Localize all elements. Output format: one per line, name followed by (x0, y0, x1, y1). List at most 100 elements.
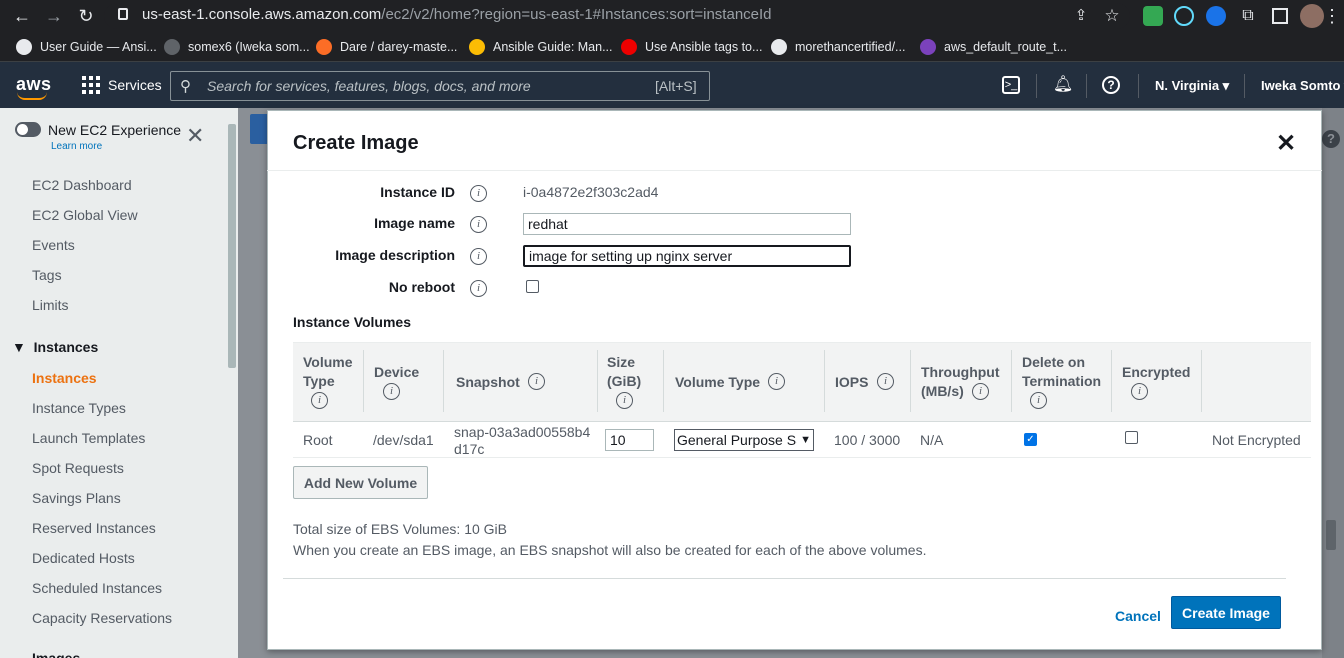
services-menu-button[interactable]: Services (82, 76, 162, 94)
divider (267, 170, 1322, 171)
image-name-label: Image name (374, 215, 455, 231)
close-icon[interactable]: ✕ (1276, 132, 1296, 156)
cell-snapshot[interactable]: snap-03a3ad00558b4d17c (454, 424, 594, 458)
bookmark-item[interactable]: Use Ansible tags to... (621, 38, 762, 56)
instances-section-header[interactable]: ▼ Instances (12, 339, 98, 355)
sidebar-item[interactable]: Instance Types (32, 400, 126, 416)
learn-more-link[interactable]: Learn more (51, 141, 102, 152)
info-icon[interactable]: i (528, 373, 545, 390)
sidebar-item-images-cutoff[interactable]: Images (32, 650, 80, 658)
page-scroll-thumb[interactable] (1326, 520, 1336, 550)
bookmark-label: morethancertified/... (795, 40, 906, 54)
image-description-input[interactable] (523, 245, 851, 267)
row-divider (293, 457, 1311, 458)
react-devtools-icon[interactable] (1174, 6, 1194, 26)
cloudshell-icon[interactable]: >_ (1002, 76, 1020, 94)
sidebar-item[interactable]: Reserved Instances (32, 520, 156, 536)
info-icon[interactable]: i (1030, 392, 1047, 409)
bookmark-item[interactable]: aws_default_route_t... (920, 38, 1067, 56)
region-selector[interactable]: N. Virginia ▾ (1155, 78, 1229, 94)
sidebar-item[interactable]: Events (32, 237, 75, 253)
column-divider (1111, 350, 1112, 412)
header-divider (1138, 74, 1139, 98)
help-icon[interactable]: ? (1102, 76, 1120, 94)
star-icon[interactable]: ☆ (1100, 4, 1124, 28)
delete-on-termination-checkbox[interactable]: ✓ (1024, 433, 1037, 446)
page-scrollbar[interactable] (1322, 108, 1344, 658)
col-encrypted: Encrypted (1122, 364, 1191, 380)
column-divider (363, 350, 364, 412)
cancel-button[interactable]: Cancel (1115, 608, 1161, 624)
forward-arrow-icon[interactable]: → (42, 4, 66, 28)
bookmark-label: Dare / darey-maste... (340, 40, 458, 54)
dialog-title: Create Image (293, 132, 419, 154)
sidebar-item[interactable]: EC2 Dashboard (32, 177, 132, 193)
info-icon[interactable]: i (311, 392, 328, 409)
sidebar-item[interactable]: Dedicated Hosts (32, 550, 135, 566)
sidebar-item[interactable]: Instances (32, 370, 97, 386)
col-iops: IOPS (835, 374, 869, 390)
back-arrow-icon[interactable]: ← (10, 4, 34, 28)
sidebar-item[interactable]: Spot Requests (32, 460, 124, 476)
info-icon[interactable]: i (470, 185, 487, 202)
image-name-input[interactable] (523, 213, 851, 235)
bookmark-item[interactable]: somex6 (Iweka som... (164, 38, 310, 56)
info-icon[interactable]: i (768, 373, 785, 390)
info-icon[interactable]: i (1131, 383, 1148, 400)
bookmark-item[interactable]: morethancertified/... (771, 38, 905, 56)
col-delete-on-termination: Delete on Termination (1022, 354, 1102, 389)
info-icon[interactable]: i (470, 248, 487, 265)
create-image-button[interactable]: Create Image (1171, 596, 1281, 629)
toggle-knob (17, 124, 28, 135)
sidebar-item[interactable]: Savings Plans (32, 490, 121, 506)
bell-icon[interactable]: 🔔︎ (1052, 74, 1074, 96)
share-icon[interactable]: ⇪ (1069, 4, 1093, 28)
sidebar-item[interactable]: Tags (32, 267, 62, 283)
add-new-volume-button[interactable]: Add New Volume (293, 466, 428, 499)
info-icon[interactable]: i (383, 383, 400, 400)
info-icon[interactable]: i (470, 216, 487, 233)
account-menu[interactable]: Iweka Somto ▾ (1261, 78, 1344, 94)
bookmark-item[interactable]: Ansible Guide: Man... (469, 38, 613, 56)
sidebar-item[interactable]: Launch Templates (32, 430, 145, 446)
info-icon[interactable]: i (877, 373, 894, 390)
bookmark-item[interactable]: Dare / darey-maste... (316, 38, 457, 56)
sidebar-item[interactable]: EC2 Global View (32, 207, 138, 223)
encrypted-checkbox[interactable] (1125, 431, 1138, 444)
footer-divider (283, 578, 1286, 579)
sidebar-item[interactable]: Limits (32, 297, 69, 313)
bookmark-label: aws_default_route_t... (944, 40, 1067, 54)
sidebar-item[interactable]: Capacity Reservations (32, 610, 172, 626)
url-text[interactable]: us-east-1.console.aws.amazon.com/ec2/v2/… (142, 6, 772, 23)
col-snapshot: Snapshot (456, 374, 520, 390)
chevron-down-icon: ▼ (800, 434, 811, 446)
puzzle-extensions-icon[interactable]: ⧉ (1236, 4, 1260, 28)
sidebar-item[interactable]: Scheduled Instances (32, 580, 162, 596)
sidepanel-icon[interactable] (1272, 8, 1288, 24)
menu-dots-icon[interactable]: ⋮ (1320, 4, 1344, 28)
search-input[interactable] (205, 72, 635, 100)
column-divider (1201, 350, 1202, 412)
page-help-icon: ? (1322, 130, 1340, 148)
extension-globe-icon[interactable] (1206, 6, 1226, 26)
sidebar-scroll-thumb[interactable] (228, 124, 236, 368)
instance-id-value: i-0a4872e2f303c2ad4 (523, 184, 659, 200)
col-vol-type: Volume Type (675, 374, 761, 390)
volume-type-select[interactable]: General Purpose SSD (gp2) ▼ (674, 429, 814, 451)
info-icon[interactable]: i (616, 392, 633, 409)
bookmark-item[interactable]: User Guide — Ansi... (16, 38, 157, 56)
reload-icon[interactable]: ↻ (74, 4, 98, 28)
no-reboot-checkbox[interactable] (526, 280, 539, 293)
image-description-label: Image description (335, 247, 455, 263)
volumes-table-header (293, 342, 1311, 422)
info-icon[interactable]: i (470, 280, 487, 297)
extension-green-icon[interactable] (1143, 6, 1163, 26)
size-input[interactable] (605, 429, 654, 451)
info-icon[interactable]: i (972, 383, 989, 400)
lock-icon (118, 8, 128, 20)
globe-icon (16, 39, 32, 55)
github-icon (164, 39, 180, 55)
sidebar-close-icon[interactable]: ✕ (186, 125, 204, 147)
col-throughput: Throughput (MB/s) (921, 364, 1000, 399)
header-divider (1036, 74, 1037, 98)
